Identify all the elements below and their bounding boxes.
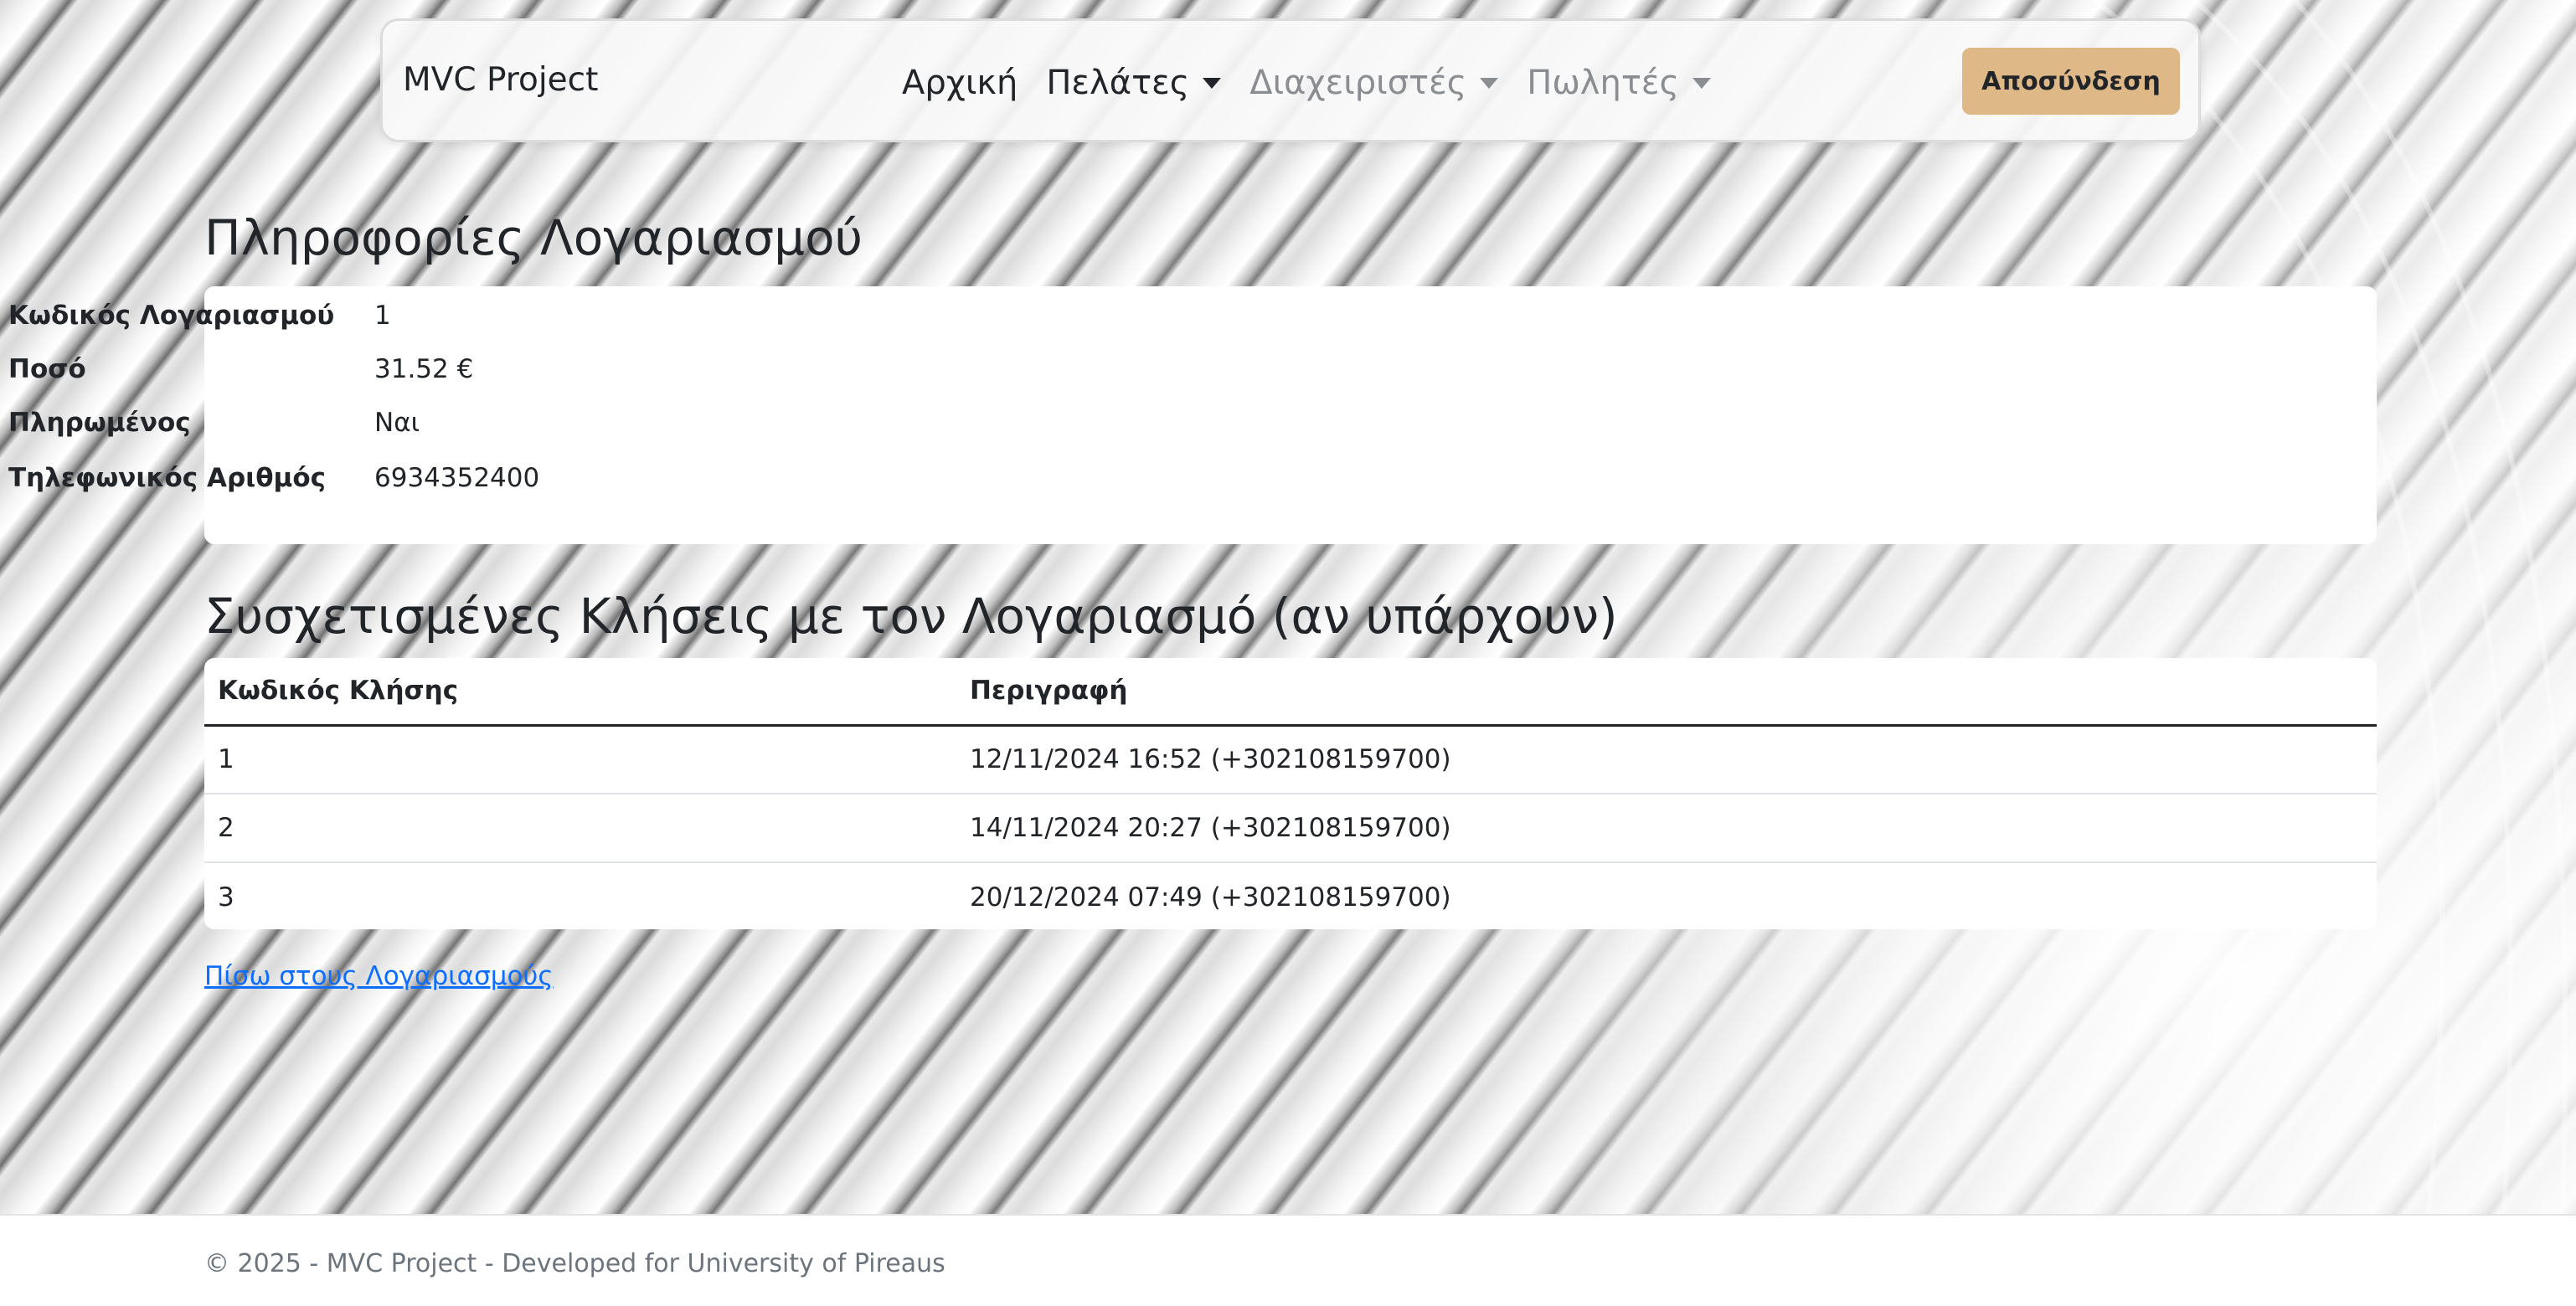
nav-item-label: Αρχική xyxy=(902,64,1018,102)
table-header-row: Κωδικός Κλήσης Περιγραφή xyxy=(204,658,2377,727)
call-description-cell: 12/11/2024 16:52 (+302108159700) xyxy=(956,725,2377,794)
nav-item-label: Διαχειριστές xyxy=(1249,64,1467,102)
logout-button[interactable]: Αποσύνδεση xyxy=(1962,48,2180,115)
field-value: Ναι xyxy=(374,408,420,438)
call-id-cell: 3 xyxy=(218,882,234,913)
field-label: Πληρωμένος xyxy=(8,408,191,438)
column-header-description: Περιγραφή xyxy=(956,658,2377,727)
table-row: 1 12/11/2024 16:52 (+302108159700) xyxy=(204,725,2377,794)
nav-item-home[interactable]: Αρχική xyxy=(902,64,1018,102)
account-field-row: Κωδικός Λογαριασμού 1 xyxy=(8,295,391,337)
account-field-row: Πληρωμένος Ναι xyxy=(8,402,420,444)
nav-item-label: Πωλητές xyxy=(1527,64,1680,102)
call-id-cell: 2 xyxy=(204,794,956,863)
field-label: Κωδικός Λογαριασμού xyxy=(8,301,335,331)
account-field-row: Ποσό 31.52 € xyxy=(8,348,473,390)
call-description-cell: 14/11/2024 20:27 (+302108159700) xyxy=(956,794,2377,863)
field-label: Τηλεφωνικός Αριθμός xyxy=(8,463,327,493)
column-header-call-id: Κωδικός Κλήσης xyxy=(204,658,956,727)
field-value: 6934352400 xyxy=(374,463,540,493)
account-info-card xyxy=(204,286,2377,544)
field-value: 31.52 € xyxy=(374,354,474,384)
call-id-cell: 1 xyxy=(204,725,956,794)
calls-table-card: Κωδικός Κλήσης Περιγραφή 1 12/11/2024 16… xyxy=(204,658,2377,929)
footer: © 2025 - MVC Project - Developed for Uni… xyxy=(0,1214,2576,1306)
field-label: Ποσό xyxy=(8,354,86,384)
page-title: Πληροφορίες Λογαριασμού xyxy=(204,209,863,266)
nav-item-customers[interactable]: Πελάτες xyxy=(1046,64,1222,102)
chevron-down-icon xyxy=(1692,77,1712,89)
nav-item-sellers[interactable]: Πωλητές xyxy=(1527,64,1712,102)
chevron-down-icon xyxy=(1203,77,1222,89)
navbar: MVC Project Αρχική Πελάτες Διαχειριστές … xyxy=(380,18,2201,142)
table-row: 3 20/12/2024 07:49 (+302108159700) xyxy=(204,862,2377,929)
brand-link[interactable]: MVC Project xyxy=(403,61,598,99)
back-to-accounts-link[interactable]: Πίσω στους Λογαριασμούς xyxy=(204,961,554,991)
footer-copyright: © 2025 - MVC Project - Developed for Uni… xyxy=(204,1249,945,1278)
nav-menu: Αρχική Πελάτες Διαχειριστές Πωλητές xyxy=(902,21,1739,145)
call-description-cell: 20/12/2024 07:49 (+302108159700) xyxy=(970,882,1451,913)
calls-section-title: Συσχετισμένες Κλήσεις με τον Λογαριασμό … xyxy=(204,588,1618,645)
chevron-down-icon xyxy=(1480,77,1499,89)
table-row: 2 14/11/2024 20:27 (+302108159700) xyxy=(204,794,2377,863)
nav-item-label: Πελάτες xyxy=(1046,64,1190,102)
field-value: 1 xyxy=(374,301,391,331)
calls-table: Κωδικός Κλήσης Περιγραφή 1 12/11/2024 16… xyxy=(204,658,2377,929)
nav-item-administrators[interactable]: Διαχειριστές xyxy=(1249,64,1499,102)
account-field-row: Τηλεφωνικός Αριθμός 6934352400 xyxy=(8,457,539,499)
